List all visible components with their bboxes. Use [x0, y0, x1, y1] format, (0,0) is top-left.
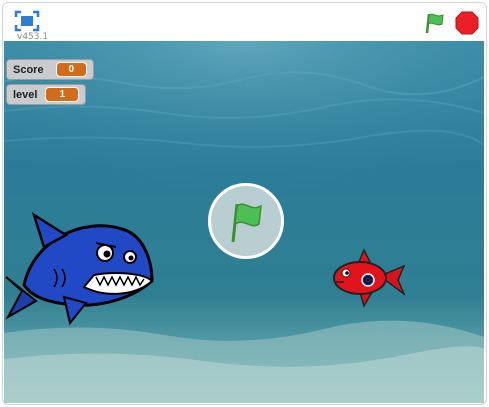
- green-flag-icon: [231, 203, 262, 243]
- red-fish-sprite[interactable]: [330, 246, 406, 312]
- scratch-player: v453.1 Score 0 level 1: [2, 2, 487, 405]
- level-monitor-label: level: [13, 88, 38, 101]
- red-fish-icon: [333, 248, 406, 308]
- green-flag-icon: [425, 13, 444, 34]
- shark-icon: [5, 212, 154, 326]
- player-toolbar: v453.1: [3, 3, 486, 42]
- score-monitor-value: 0: [55, 62, 87, 77]
- fullscreen-button[interactable]: [14, 10, 40, 32]
- stop-button[interactable]: [455, 11, 479, 35]
- level-monitor-value: 1: [45, 87, 79, 102]
- green-flag-button[interactable]: [423, 11, 447, 35]
- stage[interactable]: Score 0 level 1: [4, 41, 484, 403]
- fullscreen-icon: [14, 10, 40, 32]
- start-overlay-button[interactable]: [208, 183, 284, 259]
- shark-sprite[interactable]: [4, 199, 159, 329]
- stop-sign-icon: [455, 11, 479, 35]
- score-monitor-label: Score: [13, 63, 44, 76]
- score-monitor: Score 0: [6, 59, 94, 80]
- level-monitor: level 1: [6, 84, 86, 105]
